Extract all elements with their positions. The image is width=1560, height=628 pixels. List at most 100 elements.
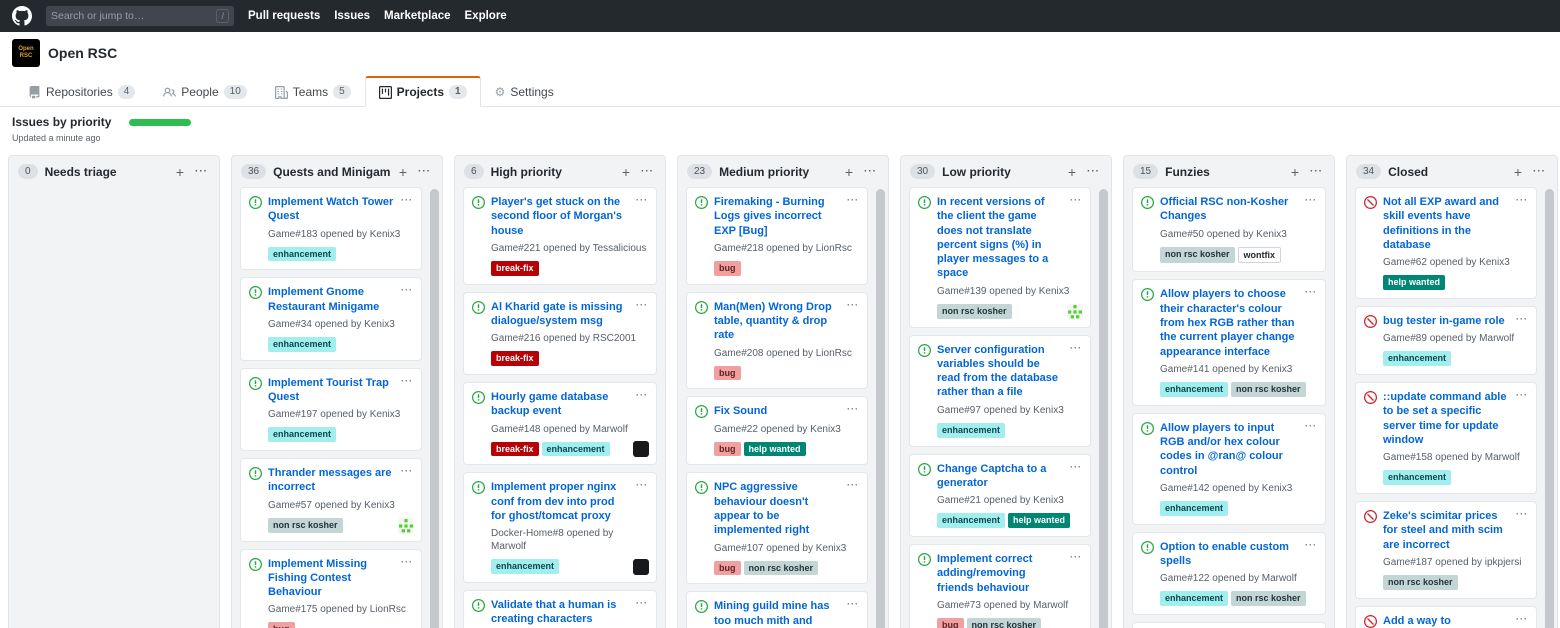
issue-title-link[interactable]: Implement Missing Fishing Contest Behavi… <box>268 557 395 600</box>
column-scrollbar[interactable] <box>1545 189 1554 628</box>
issue-title-link[interactable]: Option to enable custom spells <box>1160 540 1299 569</box>
card-menu-icon[interactable]: ··· <box>1305 287 1317 297</box>
column-menu-icon[interactable]: ··· <box>1531 167 1548 177</box>
card-menu-icon[interactable]: ··· <box>636 598 648 608</box>
issue-card[interactable]: Fix Sound···Game#22 opened by Kenix3bugh… <box>686 396 868 465</box>
issue-card[interactable]: Implement proper nginx conf from dev int… <box>463 472 657 583</box>
column-scrollbar[interactable] <box>430 189 439 628</box>
tab-repositories[interactable]: Repositories 4 <box>14 77 149 107</box>
issue-card[interactable]: Hourly game database backup event···Game… <box>463 382 657 465</box>
issue-card[interactable]: Implement Tourist Trap Quest···Game#197 … <box>240 368 422 451</box>
column-menu-icon[interactable]: ··· <box>193 167 210 177</box>
card-menu-icon[interactable]: ··· <box>1305 421 1317 431</box>
github-octocat-icon[interactable] <box>12 6 32 26</box>
card-menu-icon[interactable]: ··· <box>636 300 648 310</box>
column-scrollbar[interactable] <box>1099 189 1108 628</box>
issue-title-link[interactable]: Official RSC non-Kosher Changes <box>1160 195 1299 224</box>
card-menu-icon[interactable]: ··· <box>1305 540 1317 550</box>
issue-title-link[interactable]: bug tester in-game role <box>1383 314 1510 328</box>
tab-projects[interactable]: Projects 1 <box>365 76 481 107</box>
issue-card[interactable]: Implement Watch Tower Quest···Game#183 o… <box>240 187 422 270</box>
issue-title-link[interactable]: Implement correct adding/removing friend… <box>937 552 1064 595</box>
issue-title-link[interactable]: Fix Sound <box>714 404 841 418</box>
issue-title-link[interactable]: Change Captcha to a generator <box>937 462 1064 491</box>
card-menu-icon[interactable]: ··· <box>636 195 648 205</box>
column-scrollbar[interactable] <box>876 189 885 628</box>
issue-title-link[interactable]: Player's get stuck on the second floor o… <box>491 195 630 238</box>
add-card-icon[interactable]: + <box>1066 165 1078 179</box>
tab-settings[interactable]: ⚙ Settings <box>481 77 568 107</box>
issue-title-link[interactable]: In recent versions of the client the gam… <box>937 195 1064 281</box>
card-menu-icon[interactable]: ··· <box>1305 195 1317 205</box>
column-menu-icon[interactable]: ··· <box>1085 167 1102 177</box>
issue-card[interactable]: Firemaking - Burning Logs gives incorrec… <box>686 187 868 285</box>
nav-link-explore[interactable]: Explore <box>465 10 507 22</box>
nav-link-pull-requests[interactable]: Pull requests <box>248 10 320 22</box>
card-menu-icon[interactable]: ··· <box>636 390 648 400</box>
issue-title-link[interactable]: Mining guild mine has too much mith and … <box>714 599 841 628</box>
add-card-icon[interactable]: + <box>397 165 409 179</box>
card-menu-icon[interactable]: ··· <box>1070 195 1082 205</box>
issue-title-link[interactable]: Not all EXP award and skill events have … <box>1383 195 1510 252</box>
card-menu-icon[interactable]: ··· <box>847 300 859 310</box>
issue-card[interactable]: Implement Gnome Restaurant Minigame···Ga… <box>240 277 422 360</box>
issue-title-link[interactable]: Implement proper nginx conf from dev int… <box>491 480 630 523</box>
card-menu-icon[interactable]: ··· <box>1516 509 1528 519</box>
org-avatar[interactable]: Open RSC <box>12 39 40 67</box>
card-menu-icon[interactable]: ··· <box>1516 314 1528 324</box>
add-card-icon[interactable]: + <box>1289 165 1301 179</box>
column-menu-icon[interactable]: ··· <box>639 167 656 177</box>
column-menu-icon[interactable]: ··· <box>416 167 433 177</box>
add-card-icon[interactable]: + <box>620 165 632 179</box>
issue-card[interactable]: Add a way to differentiate between dev a… <box>1355 606 1537 628</box>
issue-title-link[interactable]: ::update command able to be set a specif… <box>1383 390 1510 447</box>
issue-card[interactable]: In recent versions of the client the gam… <box>909 187 1091 328</box>
issue-card[interactable]: Man(Men) Wrong Drop table, quantity & dr… <box>686 292 868 390</box>
nav-link-issues[interactable]: Issues <box>334 10 370 22</box>
column-menu-icon[interactable]: ··· <box>862 167 879 177</box>
issue-title-link[interactable]: Thrander messages are incorrect <box>268 466 395 495</box>
issue-card[interactable]: Al Kharid gate is missing dialogue/syste… <box>463 292 657 375</box>
card-menu-icon[interactable]: ··· <box>847 599 859 609</box>
issue-card[interactable]: Server configuration variables should be… <box>909 335 1091 447</box>
card-menu-icon[interactable]: ··· <box>847 404 859 414</box>
issue-card[interactable]: Player's get stuck on the second floor o… <box>463 187 657 285</box>
issue-card[interactable]: Implement correct adding/removing friend… <box>909 544 1091 628</box>
issue-title-link[interactable]: Hourly game database backup event <box>491 390 630 419</box>
card-menu-icon[interactable]: ··· <box>1516 195 1528 205</box>
issue-card[interactable]: Change Captcha to a generator···Game#21 … <box>909 454 1091 537</box>
card-menu-icon[interactable]: ··· <box>1516 390 1528 400</box>
column-menu-icon[interactable]: ··· <box>1308 167 1325 177</box>
issue-title-link[interactable]: Validate that a human is creating charac… <box>491 598 630 627</box>
issue-title-link[interactable]: Allow players to input RGB and/or hex co… <box>1160 421 1299 478</box>
card-menu-icon[interactable]: ··· <box>1516 614 1528 624</box>
card-menu-icon[interactable]: ··· <box>847 195 859 205</box>
card-menu-icon[interactable]: ··· <box>1070 343 1082 353</box>
search-input[interactable] <box>51 10 216 22</box>
issue-title-link[interactable]: Implement Tourist Trap Quest <box>268 376 395 405</box>
issue-card[interactable]: Allow players to choose their character'… <box>1132 279 1326 405</box>
add-card-icon[interactable]: + <box>174 165 186 179</box>
issue-card[interactable]: bug tester in-game role···Game#89 opened… <box>1355 306 1537 375</box>
tab-teams[interactable]: Teams 5 <box>261 77 365 107</box>
issue-card[interactable]: Not all EXP award and skill events have … <box>1355 187 1537 299</box>
issue-title-link[interactable]: Implement Watch Tower Quest <box>268 195 395 224</box>
issue-title-link[interactable]: NPC aggressive behaviour doesn't appear … <box>714 480 841 537</box>
issue-card[interactable]: Mining guild mine has too much mith and … <box>686 591 868 628</box>
issue-title-link[interactable]: Add a way to differentiate between dev a… <box>1383 614 1510 628</box>
issue-card[interactable]: Validate that a human is creating charac… <box>463 590 657 628</box>
issue-card[interactable]: Implement Missing Fishing Contest Behavi… <box>240 549 422 628</box>
card-menu-icon[interactable]: ··· <box>1070 462 1082 472</box>
nav-link-marketplace[interactable]: Marketplace <box>384 10 450 22</box>
tab-people[interactable]: People 10 <box>149 77 261 107</box>
issue-card[interactable]: Thrander messages are incorrect···Game#5… <box>240 458 422 541</box>
issue-card[interactable]: Allow players to input RGB and/or hex co… <box>1132 413 1326 525</box>
add-card-icon[interactable]: + <box>843 165 855 179</box>
issue-title-link[interactable]: Server configuration variables should be… <box>937 343 1064 400</box>
card-menu-icon[interactable]: ··· <box>401 466 413 476</box>
add-card-icon[interactable]: + <box>1512 165 1524 179</box>
card-menu-icon[interactable]: ··· <box>636 480 648 490</box>
issue-card[interactable]: Be able to completely disable lottery th… <box>1132 622 1326 628</box>
issue-card[interactable]: Official RSC non-Kosher Changes···Game#5… <box>1132 187 1326 272</box>
issue-title-link[interactable]: Al Kharid gate is missing dialogue/syste… <box>491 300 630 329</box>
